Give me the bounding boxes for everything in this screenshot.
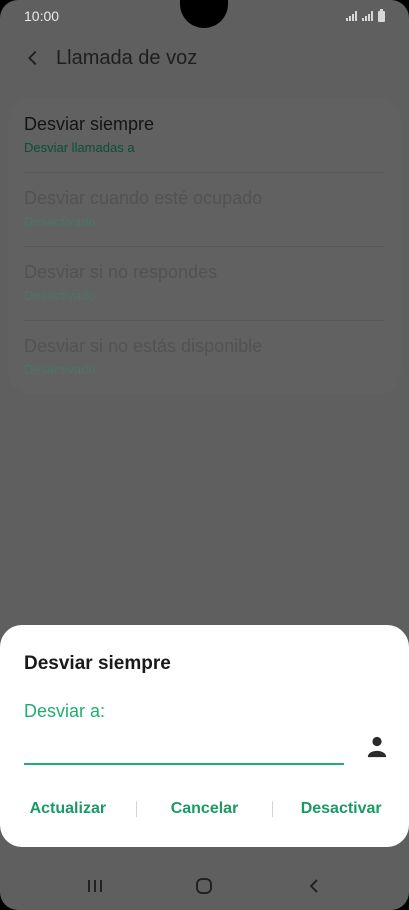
forward-dialog: Desviar siempre Desviar a: Actualizar Ca… (0, 625, 409, 847)
signal-icon-2 (362, 11, 373, 21)
app-header: Llamada de voz (0, 40, 409, 76)
chevron-left-icon[interactable] (22, 47, 44, 69)
back-button[interactable] (294, 866, 334, 906)
signal-icon (346, 11, 357, 21)
option-forward-no-answer[interactable]: Desviar si no respondes Desactivado (24, 246, 387, 320)
option-forward-busy[interactable]: Desviar cuando esté ocupado Desactivado (24, 172, 387, 246)
navigation-bar (0, 862, 409, 910)
forward-to-label: Desviar a: (24, 701, 106, 721)
home-icon (196, 878, 213, 894)
recents-icon (87, 880, 102, 892)
forward-number-input[interactable] (24, 729, 344, 765)
battery-icon (378, 8, 385, 22)
status-time: 10:00 (24, 8, 60, 24)
forwarding-options-card: Desviar siempre Desviar llamadas a Desvi… (8, 98, 401, 394)
option-title: Desviar cuando esté ocupado (24, 188, 263, 208)
home-button[interactable] (184, 866, 224, 906)
recents-button[interactable] (75, 866, 115, 906)
nav-back-icon (309, 879, 318, 893)
option-subtitle: Desactivado (24, 362, 96, 377)
cancel-button[interactable]: Cancelar (137, 795, 273, 823)
option-always-forward[interactable]: Desviar siempre Desviar llamadas a (24, 98, 387, 172)
update-button[interactable]: Actualizar (0, 795, 136, 823)
option-subtitle: Desactivado (24, 288, 96, 303)
dialog-actions: Actualizar Cancelar Desactivar (0, 795, 409, 823)
option-title: Desviar si no estás disponible (24, 336, 263, 356)
phone-screen: 10:00 Llamada de voz Desviar siempre Des… (0, 0, 409, 910)
dialog-title: Desviar siempre (24, 653, 171, 674)
option-subtitle: Desviar llamadas a (24, 140, 135, 155)
option-subtitle: Desactivado (24, 214, 96, 229)
option-title: Desviar siempre (24, 114, 155, 134)
option-forward-unavailable[interactable]: Desviar si no estás disponible Desactiva… (24, 320, 387, 394)
deactivate-button[interactable]: Desactivar (273, 795, 409, 823)
person-icon[interactable] (366, 735, 388, 759)
page-title: Llamada de voz (56, 46, 198, 69)
system-icons (346, 8, 385, 22)
option-title: Desviar si no respondes (24, 262, 218, 282)
